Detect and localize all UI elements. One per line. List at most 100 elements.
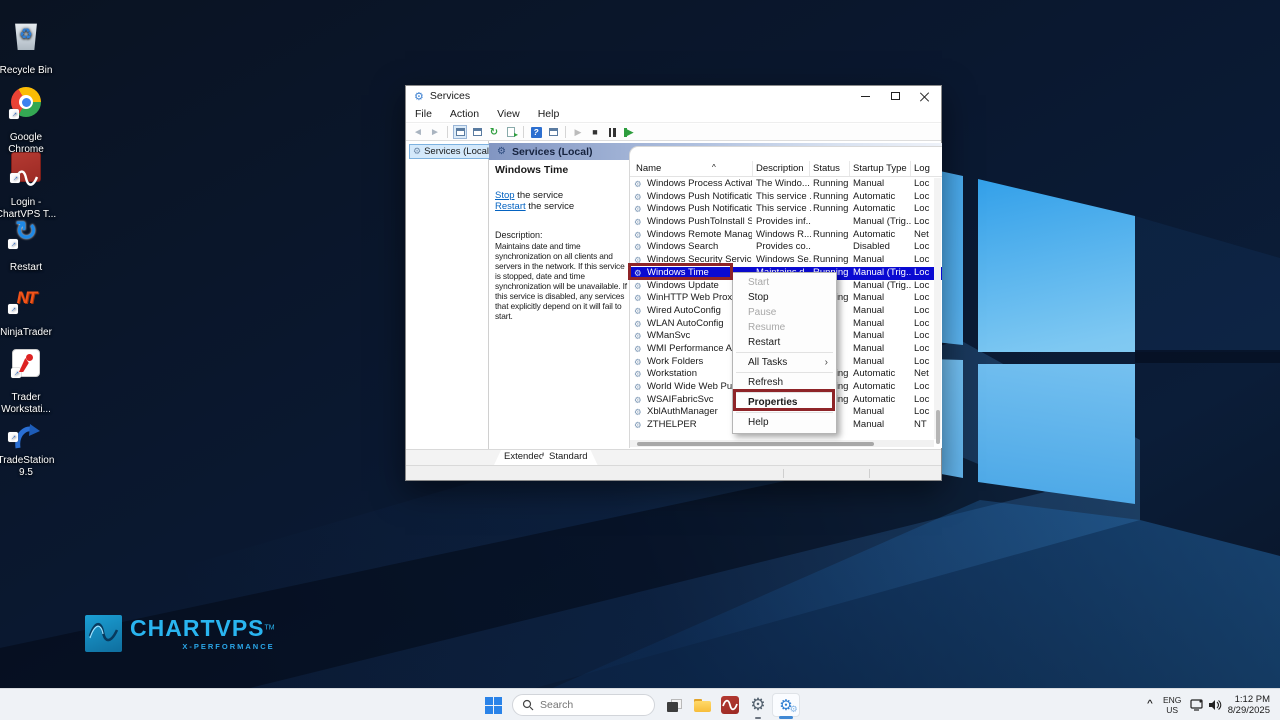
list-header: Name ^ Description Status Startup Type L…	[630, 161, 942, 177]
service-startup-type: Manual (Trig...	[853, 266, 911, 278]
service-gear-icon: ⚙	[634, 229, 642, 240]
tab-standard[interactable]: Standard	[539, 450, 598, 465]
taskbar-file-explorer[interactable]	[690, 693, 714, 717]
restart-icon	[8, 215, 42, 249]
service-startup-type: Manual	[853, 292, 885, 304]
context-menu-item-help[interactable]: Help	[733, 415, 836, 430]
time: 1:12 PM	[1234, 694, 1270, 705]
panel-header-title: Services (Local)	[511, 145, 593, 158]
sort-ascending-icon: ^	[712, 163, 716, 172]
brand-name: CHARTVPS	[130, 615, 265, 641]
service-name: Windows PushToInstall Serv...	[647, 216, 752, 228]
shortcut-arrow-icon	[8, 432, 18, 442]
context-menu-item-all-tasks[interactable]: All Tasks	[733, 355, 836, 370]
desktop-icon-tradestation[interactable]: TradeStation 9.5	[0, 396, 61, 491]
taskbar-chartvps-app[interactable]	[718, 693, 742, 717]
properties-toolbar-button[interactable]	[470, 125, 484, 139]
service-name: Windows Push Notification...	[647, 203, 752, 215]
title-bar[interactable]: ⚙ Services	[406, 86, 941, 106]
column-name[interactable]: Name	[636, 163, 661, 174]
menu-file[interactable]: File	[406, 108, 441, 120]
service-description: This service ...	[756, 190, 811, 202]
services-node-icon: ⚙	[497, 146, 506, 157]
close-button[interactable]	[911, 86, 939, 106]
service-status: Running	[813, 178, 849, 189]
column-log-on-as[interactable]: Log	[914, 163, 930, 174]
scrollbar-thumb[interactable]	[637, 441, 874, 446]
gear-icon: ⚙	[750, 695, 766, 714]
desktop: Recycle Bin Google Chrome Login - ChartV…	[0, 0, 1280, 720]
column-description[interactable]: Description	[756, 163, 804, 174]
language-indicator[interactable]: ENG US	[1163, 695, 1181, 715]
pause-service-button[interactable]	[605, 125, 619, 139]
column-status[interactable]: Status	[813, 163, 840, 174]
menu-action[interactable]: Action	[441, 108, 488, 120]
horizontal-scrollbar[interactable]	[630, 440, 934, 447]
service-startup-type: Automatic	[853, 393, 896, 405]
minimize-button[interactable]	[851, 86, 879, 106]
chartvps-logo-icon	[85, 615, 122, 652]
shortcut-arrow-icon	[9, 109, 19, 119]
service-gear-icon: ⚙	[634, 331, 642, 342]
start-button[interactable]	[481, 694, 505, 716]
service-gear-icon: ⚙	[634, 382, 642, 392]
menu-help[interactable]: Help	[529, 108, 569, 120]
network-icon[interactable]	[1190, 698, 1204, 717]
icon-label: TradeStation 9.5	[0, 455, 55, 478]
forward-button[interactable]	[428, 125, 442, 139]
show-console-tree-button[interactable]	[453, 125, 467, 139]
refresh-toolbar-button[interactable]	[487, 125, 501, 139]
scrollbar-thumb[interactable]	[935, 410, 940, 444]
windows-logo-icon	[484, 696, 502, 714]
taskbar-app-window-icon[interactable]	[662, 693, 686, 717]
service-startup-type: Manual	[853, 342, 885, 354]
vertical-scrollbar[interactable]	[934, 178, 941, 444]
stop-service-link[interactable]: Stop	[495, 190, 515, 201]
services-window: ⚙ Services File Action View Help ?	[405, 85, 942, 481]
maximize-button[interactable]	[881, 86, 909, 106]
service-status: Running	[813, 190, 849, 202]
stop-service-button[interactable]	[588, 125, 602, 139]
restart-service-link[interactable]: Restart	[495, 201, 526, 212]
taskbar-search[interactable]	[512, 694, 655, 716]
service-gear-icon: ⚙	[634, 293, 642, 304]
shortcut-arrow-icon	[10, 173, 20, 183]
shortcut-arrow-icon	[8, 239, 18, 249]
context-menu-item-refresh[interactable]: Refresh	[733, 375, 836, 390]
menu-bar: File Action View Help	[406, 106, 941, 123]
menu-view[interactable]: View	[488, 108, 529, 120]
service-row[interactable]: ⚙ Windows Process Activatio... The Windo..…	[630, 178, 942, 191]
column-startup-type[interactable]: Startup Type	[853, 163, 907, 174]
taskbar-clock[interactable]: 1:12 PM 8/29/2025	[1226, 694, 1270, 716]
context-menu-item-stop[interactable]: Stop	[733, 290, 836, 305]
trader-workstation-icon	[11, 349, 40, 378]
tray-chevron-icon[interactable]: ^	[1147, 699, 1153, 708]
restart-service-button[interactable]	[622, 125, 636, 139]
service-row[interactable]: ⚙ Windows PushToInstall Serv... Provides i…	[630, 216, 942, 229]
running-indicator	[755, 716, 761, 719]
service-status: Running	[813, 203, 849, 215]
service-row[interactable]: ⚙ Windows Search Provides co... Disabled Loc	[630, 241, 942, 254]
service-row[interactable]: ⚙ Windows Push Notification... This servic…	[630, 191, 942, 204]
export-list-button[interactable]	[504, 125, 518, 139]
taskbar-services-active[interactable]: ⚙	[772, 693, 800, 717]
recycle-bin-icon	[15, 23, 37, 50]
search-input[interactable]	[540, 699, 640, 711]
service-description: Windows Se...	[756, 254, 811, 266]
search-icon	[522, 699, 534, 711]
annotation-box-properties	[733, 389, 835, 411]
service-row[interactable]: ⚙ Windows Push Notification... This servic…	[630, 203, 942, 216]
volume-icon[interactable]	[1208, 698, 1222, 717]
service-startup-type: Manual	[853, 304, 885, 316]
help-toolbar-button[interactable]: ?	[529, 125, 543, 139]
extended-view-button[interactable]	[546, 125, 560, 139]
tree-item-services-local[interactable]: ⚙ Services (Local)	[409, 144, 497, 159]
service-row[interactable]: ⚙ Windows Remote Manage... Windows R...Run…	[630, 229, 942, 242]
back-button[interactable]	[411, 125, 425, 139]
start-service-button[interactable]	[571, 125, 585, 139]
service-gear-icon: ⚙	[634, 217, 642, 228]
chrome-icon	[9, 87, 41, 119]
context-menu-item-restart[interactable]: Restart	[733, 335, 836, 350]
taskbar-settings[interactable]: ⚙	[746, 693, 770, 717]
service-startup-type: Manual	[853, 317, 885, 329]
